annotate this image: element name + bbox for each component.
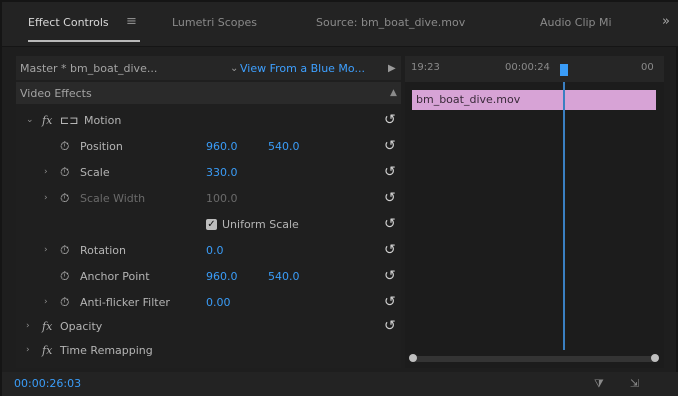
disclosure-closed-icon[interactable]: ›: [44, 245, 48, 255]
disclosure-open-icon[interactable]: ⌄: [26, 115, 34, 125]
tab-effect-controls[interactable]: Effect Controls: [28, 16, 109, 29]
disclosure-closed-icon[interactable]: ›: [44, 297, 48, 307]
chevron-down-icon[interactable]: ⌄: [230, 63, 238, 74]
reset-icon[interactable]: ↺: [384, 268, 396, 284]
anchor-point-x-value[interactable]: 960.0: [206, 270, 238, 283]
filter-icon[interactable]: ⧩: [594, 377, 604, 391]
stopwatch-icon: ⏱: [60, 190, 70, 205]
anti-flicker-row: › ⏱ Anti-flicker Filter 0.00 ↺: [16, 290, 401, 314]
video-effects-label: Video Effects: [20, 86, 92, 100]
master-clip-row: Master * bm_boat_dive... ⌄ View From a B…: [16, 56, 401, 80]
time-ruler[interactable]: 19:23 00:00:24 00: [405, 56, 664, 82]
reset-icon[interactable]: ↺: [384, 190, 396, 206]
opacity-effect-row[interactable]: › fx Opacity ↺: [16, 314, 401, 338]
motion-label: Motion: [84, 113, 122, 127]
anchor-point-y-value[interactable]: 540.0: [268, 270, 300, 283]
fx-icon: fx: [42, 343, 53, 357]
playhead-handle[interactable]: [560, 64, 568, 76]
motion-transform-icon[interactable]: ⊏⊐: [60, 114, 78, 127]
collapse-up-icon[interactable]: ▲: [390, 88, 397, 98]
double-chevron-right-icon[interactable]: »: [662, 14, 670, 29]
timeline-zoom-scrollbar[interactable]: [409, 354, 659, 362]
reset-icon[interactable]: ↺: [384, 138, 396, 154]
fx-icon[interactable]: fx: [42, 114, 52, 127]
scale-width-label: Scale Width: [80, 191, 146, 205]
stopwatch-icon[interactable]: ⏱: [60, 269, 69, 284]
scale-value[interactable]: 330.0: [206, 166, 238, 179]
master-clip-label: Master * bm_boat_dive...: [20, 61, 158, 75]
time-remapping-label: Time Remapping: [60, 343, 153, 357]
position-row: ⏱ Position 960.0 540.0 ↺: [16, 134, 401, 158]
position-label: Position: [80, 139, 123, 153]
anti-flicker-label: Anti-flicker Filter: [80, 295, 170, 309]
playhead-line[interactable]: [563, 82, 565, 350]
anchor-point-label: Anchor Point: [80, 269, 150, 283]
panel-tab-bar: Effect Controls ≡ Lumetri Scopes Source:…: [2, 2, 678, 47]
reset-icon[interactable]: ↺: [384, 216, 396, 232]
ruler-end-time: 00: [641, 62, 654, 73]
scale-width-value: 100.0: [206, 191, 238, 205]
effect-timeline[interactable]: 19:23 00:00:24 00 bm_boat_dive.mov: [405, 56, 664, 368]
stopwatch-icon[interactable]: ⏱: [60, 243, 69, 258]
scroll-handle-left[interactable]: [409, 354, 417, 362]
uniform-scale-checkbox[interactable]: ✓: [206, 218, 217, 230]
stopwatch-icon[interactable]: ⏱: [60, 139, 69, 154]
hamburger-icon[interactable]: ≡: [126, 14, 137, 29]
play-triangle-icon[interactable]: ▶: [388, 63, 396, 74]
ruler-mid-time: 00:00:24: [505, 62, 550, 73]
uniform-scale-row: ✓ Uniform Scale ↺: [16, 212, 401, 236]
scroll-handle-right[interactable]: [651, 354, 659, 362]
uniform-scale-label: Uniform Scale: [222, 217, 299, 231]
active-tab-indicator: [28, 40, 140, 42]
scale-width-row: › ⏱ Scale Width 100.0 ↺: [16, 186, 401, 210]
time-remapping-row[interactable]: › fx Time Remapping: [16, 338, 401, 362]
opacity-label: Opacity: [60, 319, 103, 333]
position-y-value[interactable]: 540.0: [268, 140, 300, 153]
tab-lumetri-scopes[interactable]: Lumetri Scopes: [172, 16, 257, 29]
position-x-value[interactable]: 960.0: [206, 140, 238, 153]
effect-controls-window: Effect Controls ≡ Lumetri Scopes Source:…: [0, 0, 678, 396]
rotation-label: Rotation: [80, 243, 127, 257]
stopwatch-icon[interactable]: ⏱: [60, 295, 69, 310]
reset-icon[interactable]: ↺: [384, 112, 396, 128]
tab-audio-clip-mixer[interactable]: Audio Clip Mi: [540, 16, 612, 29]
reset-icon[interactable]: ↺: [384, 164, 396, 180]
status-bar: 00:00:26:03 ⧩ ⇲: [2, 372, 678, 396]
disclosure-closed-icon[interactable]: ›: [26, 321, 30, 331]
rotation-row: › ⏱ Rotation 0.0 ↺: [16, 238, 401, 262]
video-effects-header: Video Effects ▲: [16, 82, 401, 104]
scale-label: Scale: [80, 165, 110, 179]
ruler-start-time: 19:23: [411, 62, 440, 73]
disclosure-closed-icon[interactable]: ›: [44, 167, 48, 177]
rotation-value[interactable]: 0.0: [206, 244, 224, 257]
effect-controls-panel: Master * bm_boat_dive... ⌄ View From a B…: [16, 56, 401, 368]
export-icon[interactable]: ⇲: [630, 377, 639, 390]
stopwatch-icon[interactable]: ⏱: [60, 165, 69, 180]
clip-bar[interactable]: bm_boat_dive.mov: [412, 90, 656, 110]
disclosure-closed-icon[interactable]: ›: [26, 345, 30, 355]
sequence-clip-dropdown[interactable]: View From a Blue Mo...: [240, 62, 365, 75]
reset-icon[interactable]: ↺: [384, 294, 396, 310]
anchor-point-row: ⏱ Anchor Point 960.0 540.0 ↺: [16, 264, 401, 288]
motion-effect-row[interactable]: ⌄ fx ⊏⊐ Motion ↺: [16, 108, 401, 132]
tab-source[interactable]: Source: bm_boat_dive.mov: [316, 16, 465, 29]
reset-icon[interactable]: ↺: [384, 242, 396, 258]
reset-icon[interactable]: ↺: [384, 318, 396, 334]
fx-icon[interactable]: fx: [42, 320, 52, 333]
scale-row: › ⏱ Scale 330.0 ↺: [16, 160, 401, 184]
current-timecode[interactable]: 00:00:26:03: [14, 377, 81, 390]
disclosure-closed-icon[interactable]: ›: [44, 193, 48, 203]
anti-flicker-value[interactable]: 0.00: [206, 296, 231, 309]
